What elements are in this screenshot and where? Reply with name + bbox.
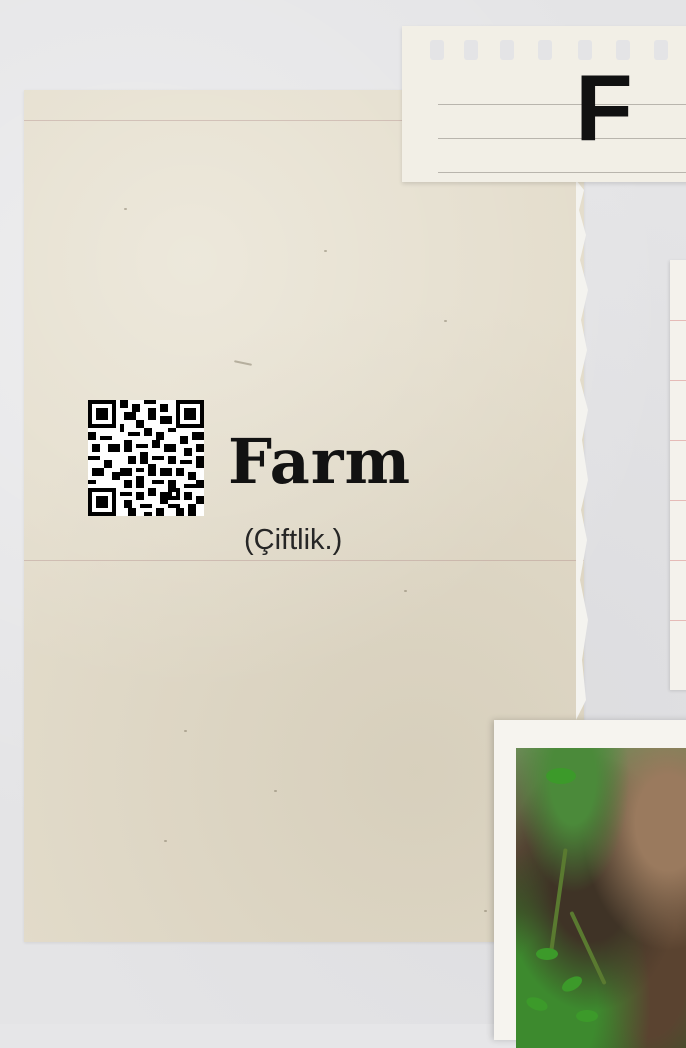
notepad-sheet: [402, 26, 686, 182]
word-translation: (Çiftlik.): [244, 524, 343, 556]
spiral-holes: [402, 26, 686, 66]
polaroid-photo: [494, 720, 686, 1048]
torn-edge: [576, 180, 588, 720]
qr-code-icon: [88, 400, 204, 516]
corner-letter: F: [575, 55, 633, 160]
lined-note-card: [670, 260, 686, 690]
plant-sprouts-photo: [516, 748, 686, 1048]
vocabulary-word: Farm: [228, 425, 412, 498]
